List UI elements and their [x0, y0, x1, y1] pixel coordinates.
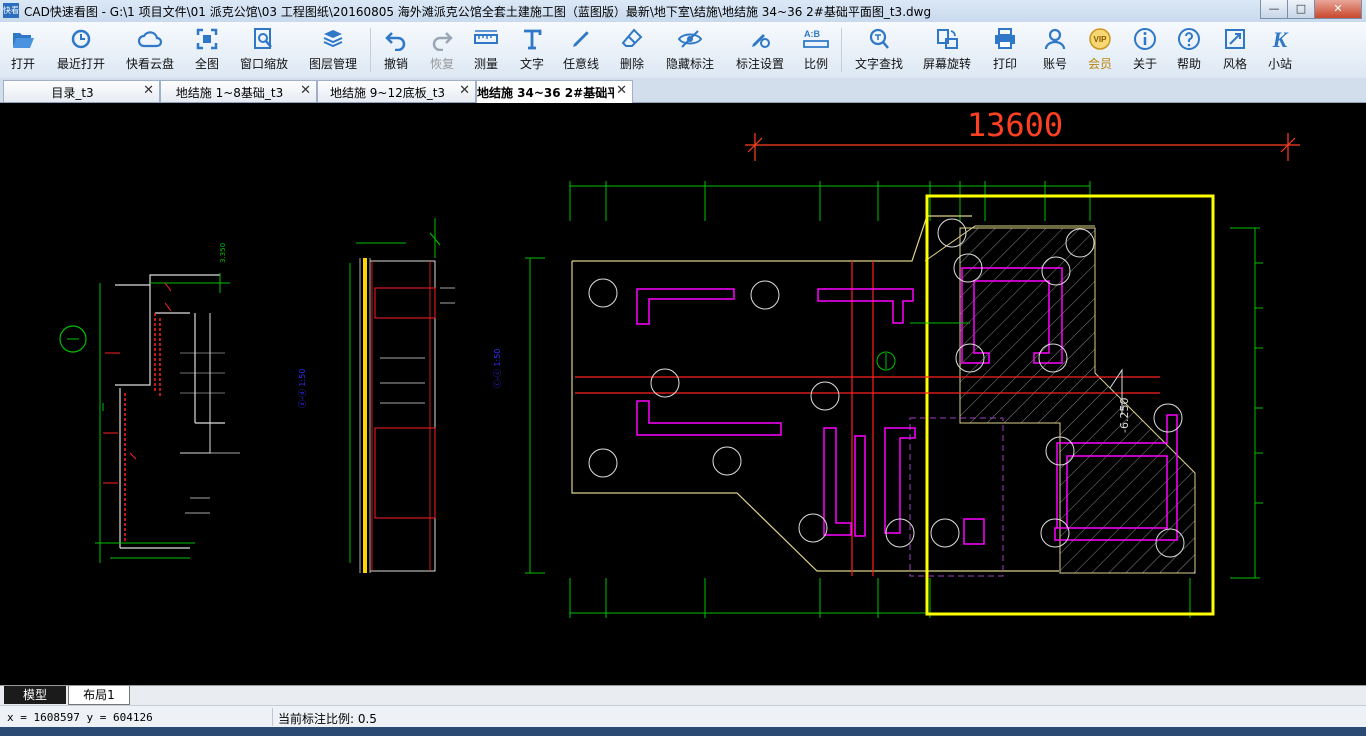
svg-text:K: K — [1272, 27, 1289, 51]
text-search-icon — [869, 28, 889, 49]
style-icon — [1225, 29, 1245, 49]
style-button[interactable]: 风格 — [1214, 24, 1256, 76]
annotation-scale: 当前标注比例: 0.5 — [278, 712, 377, 726]
layer-manager-button[interactable]: 图层管理 — [302, 24, 364, 76]
title-bar: 快看 CAD快速看图 - G:\1 项目文件\01 派克公馆\03 工程图纸\2… — [0, 0, 1366, 23]
main-toolbar: 打开 最近打开 快看云盘 全图 窗口缩放 图层管理 撤销 恢复 测量 文字 任意… — [0, 22, 1366, 79]
tab-close-icon[interactable]: ✕ — [459, 83, 470, 98]
tab-foundation-1-8[interactable]: 地结施 1~8基础_t3 ✕ — [160, 80, 317, 102]
full-view-button[interactable]: 全图 — [186, 24, 228, 76]
annotation-settings-icon — [752, 34, 770, 48]
os-taskbar — [0, 727, 1366, 736]
annotation-settings-button[interactable]: 标注设置 — [730, 24, 790, 76]
redo-icon — [432, 32, 453, 51]
window-title: CAD快速看图 - G:\1 项目文件\01 派克公馆\03 工程图纸\2016… — [24, 5, 932, 19]
vip-button[interactable]: VIP 会员 — [1080, 24, 1120, 76]
help-icon — [1178, 28, 1200, 50]
layers-icon — [323, 30, 343, 48]
cloud-disk-button[interactable]: 快看云盘 — [118, 24, 182, 76]
dimension-13600: 13600 — [745, 106, 1300, 161]
text-button[interactable]: 文字 — [512, 24, 552, 76]
rotate-screen-icon — [937, 29, 958, 49]
tab-close-icon[interactable]: ✕ — [300, 83, 311, 98]
status-bar: x = 1608597 y = 604126 当前标注比例: 0.5 — [0, 705, 1366, 728]
tab-floor-slab-9-12[interactable]: 地结施 9~12底板_t3 ✕ — [317, 80, 476, 102]
tab-close-icon[interactable]: ✕ — [143, 83, 154, 98]
hatched-pile-cap-zone — [959, 227, 1196, 574]
svg-text:A:B: A:B — [804, 29, 820, 39]
dashed-region — [909, 417, 1004, 577]
eraser-icon — [621, 28, 643, 47]
redo-button[interactable]: 恢复 — [420, 24, 464, 76]
tab-layout1[interactable]: 布局1 — [68, 686, 130, 705]
vip-icon: VIP — [1089, 28, 1111, 50]
printer-icon — [995, 28, 1015, 49]
svg-text:ⓓ-ⓓ 1:50: ⓓ-ⓓ 1:50 — [298, 369, 307, 408]
print-button[interactable]: 打印 — [984, 24, 1026, 76]
about-button[interactable]: 关于 — [1124, 24, 1166, 76]
recent-open-button[interactable]: 最近打开 — [50, 24, 112, 76]
info-icon — [1134, 28, 1156, 50]
undo-button[interactable]: 撤销 — [374, 24, 418, 76]
cloud-icon — [137, 31, 163, 48]
drawing-canvas[interactable]: 3.350 ⓓ-ⓓ 1:50 ⓒ-ⓒ 1:50 13600 -6.250 — [0, 103, 1366, 685]
ruler-icon — [474, 30, 498, 44]
account-button[interactable]: 账号 — [1034, 24, 1076, 76]
site-button[interactable]: K 小站 — [1258, 24, 1302, 76]
tab-foundation-34-36[interactable]: 地结施 34~36 2#基础平 ✕ — [476, 80, 633, 103]
toolbar-divider — [370, 28, 371, 72]
maximize-button[interactable]: □ — [1287, 0, 1315, 19]
account-icon — [1044, 28, 1066, 50]
section-detail-left: 3.350 — [59, 243, 240, 563]
toolbar-divider — [841, 28, 842, 72]
delete-button[interactable]: 删除 — [610, 24, 654, 76]
text-search-button[interactable]: 文字查找 — [848, 24, 910, 76]
dimension-text-13600: 13600 — [967, 106, 1063, 144]
svg-text:ⓒ-ⓒ 1:50: ⓒ-ⓒ 1:50 — [493, 349, 502, 388]
svg-text:3.350: 3.350 — [219, 243, 227, 263]
status-divider — [272, 708, 273, 726]
tab-close-icon[interactable]: ✕ — [616, 83, 627, 98]
section-detail-middle: ⓓ-ⓓ 1:50 ⓒ-ⓒ 1:50 — [298, 218, 502, 573]
scale-ratio-icon: A:B — [803, 29, 829, 48]
freeline-button[interactable]: 任意线 — [558, 24, 604, 76]
cursor-coordinates: x = 1608597 y = 604126 — [7, 711, 153, 724]
recent-clock-icon — [71, 29, 91, 49]
svg-text:VIP: VIP — [1094, 35, 1108, 44]
help-button[interactable]: 帮助 — [1168, 24, 1210, 76]
hide-annotation-button[interactable]: 隐藏标注 — [660, 24, 720, 76]
fit-extents-icon — [196, 28, 218, 50]
scale-ratio-button[interactable]: A:B 比例 — [796, 24, 836, 76]
screen-rotate-button[interactable]: 屏幕旋转 — [918, 24, 976, 76]
svg-text:-6.250: -6.250 — [1118, 398, 1131, 433]
measure-button[interactable]: 测量 — [466, 24, 506, 76]
text-icon — [524, 29, 542, 50]
minimize-button[interactable]: — — [1260, 0, 1288, 19]
app-logo-icon: 快看 — [3, 3, 19, 18]
pen-icon — [573, 31, 589, 47]
tab-model[interactable]: 模型 — [4, 686, 66, 704]
eye-hidden-icon — [677, 30, 703, 48]
undo-icon — [385, 32, 406, 51]
tab-catalog[interactable]: 目录_t3 ✕ — [3, 80, 160, 102]
window-zoom-button[interactable]: 窗口缩放 — [234, 24, 294, 76]
site-k-icon: K — [1272, 27, 1289, 51]
folder-open-icon — [13, 33, 34, 48]
layout-tabs: 模型 布局1 — [0, 685, 1366, 706]
cad-drawing: 3.350 ⓓ-ⓓ 1:50 ⓒ-ⓒ 1:50 13600 -6.250 — [59, 106, 1300, 618]
zoom-window-icon — [254, 28, 272, 49]
close-button[interactable]: ✕ — [1314, 0, 1362, 19]
document-tab-bar: 目录_t3 ✕ 地结施 1~8基础_t3 ✕ 地结施 9~12底板_t3 ✕ 地… — [0, 78, 1366, 103]
open-button[interactable]: 打开 — [0, 24, 46, 76]
